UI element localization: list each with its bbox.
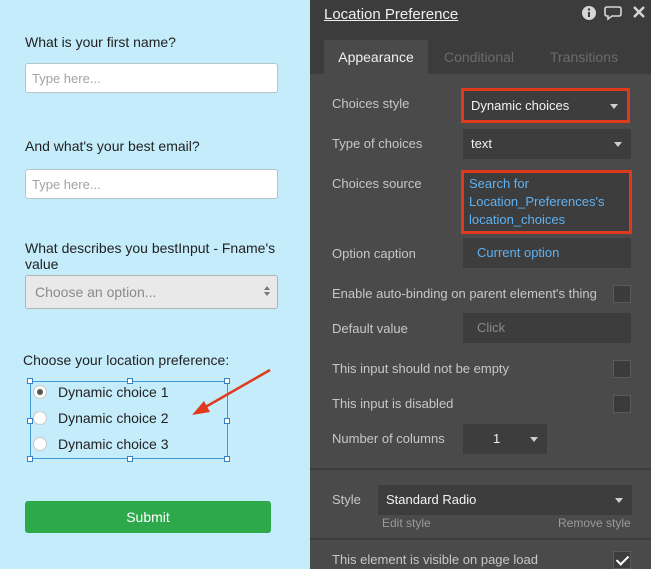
radio-unchecked-icon[interactable]	[33, 437, 47, 451]
section-divider	[310, 538, 651, 540]
auto-binding-checkbox[interactable]	[613, 285, 631, 303]
highlight-box	[461, 170, 632, 234]
option-caption-value: Current option	[477, 245, 560, 260]
default-value-field[interactable]: Click	[463, 313, 631, 343]
choices-source-label: Choices source	[332, 176, 422, 191]
type-of-choices-dropdown[interactable]: text	[463, 129, 631, 159]
not-empty-label: This input should not be empty	[332, 361, 510, 376]
remove-style-link[interactable]: Remove style	[558, 516, 631, 530]
describes-label: What describes you bestInput - Fname's v…	[25, 240, 276, 272]
resize-handle[interactable]	[224, 456, 230, 462]
panel-header: Location Preference	[310, 0, 651, 40]
submit-button[interactable]: Submit	[25, 501, 271, 533]
radio-unchecked-icon[interactable]	[33, 411, 47, 425]
resize-handle[interactable]	[27, 456, 33, 462]
select-arrows-icon	[263, 284, 271, 300]
highlight-box	[461, 88, 630, 123]
dropdown-placeholder: Choose an option...	[35, 284, 157, 300]
option-caption-field[interactable]: Current option	[463, 238, 631, 268]
disabled-checkbox[interactable]	[613, 395, 631, 413]
tab-conditional[interactable]: Conditional	[434, 40, 524, 74]
default-value-placeholder: Click	[477, 320, 506, 335]
not-empty-checkbox[interactable]	[613, 360, 631, 378]
choices-style-label: Choices style	[332, 96, 410, 111]
radio-checked-icon[interactable]	[33, 385, 47, 399]
disabled-label: This input is disabled	[332, 396, 454, 411]
resize-handle[interactable]	[127, 456, 133, 462]
auto-binding-label: Enable auto-binding on parent element's …	[332, 286, 597, 301]
panel-tabs: Appearance Conditional Transitions	[310, 40, 651, 74]
editor-canvas: What is your first name? And what's your…	[0, 0, 310, 569]
edit-style-link[interactable]: Edit style	[382, 516, 431, 530]
chevron-down-icon	[614, 142, 622, 147]
option-caption-label: Option caption	[332, 246, 416, 261]
chevron-down-icon	[530, 437, 538, 442]
radio-option[interactable]: Dynamic choice 2	[33, 408, 169, 428]
close-icon[interactable]	[630, 5, 648, 23]
first-name-input[interactable]	[25, 63, 278, 93]
element-title[interactable]: Location Preference	[324, 6, 458, 23]
style-label: Style	[332, 492, 361, 507]
radio-option-label: Dynamic choice 2	[58, 410, 169, 426]
columns-label: Number of columns	[332, 431, 445, 446]
tab-transitions[interactable]: Transitions	[534, 40, 634, 74]
comment-icon[interactable]	[604, 5, 622, 23]
chevron-down-icon	[615, 498, 623, 503]
tab-appearance[interactable]: Appearance	[324, 40, 428, 74]
radio-option[interactable]: Dynamic choice 3	[33, 434, 169, 454]
radio-option-label: Dynamic choice 1	[58, 384, 169, 400]
visible-checkbox[interactable]	[613, 551, 631, 569]
email-label: And what's your best email?	[25, 138, 200, 154]
section-divider	[310, 468, 651, 470]
columns-value: 1	[493, 431, 501, 446]
columns-dropdown[interactable]: 1	[463, 424, 547, 454]
first-name-label: What is your first name?	[25, 34, 176, 50]
describes-dropdown[interactable]: Choose an option...	[25, 275, 278, 309]
info-icon[interactable]	[580, 5, 598, 23]
visible-label: This element is visible on page load	[332, 552, 538, 567]
radio-option-label: Dynamic choice 3	[58, 436, 169, 452]
type-of-choices-label: Type of choices	[332, 136, 423, 151]
radio-option[interactable]: Dynamic choice 1	[33, 382, 169, 402]
style-value: Standard Radio	[386, 492, 477, 507]
type-of-choices-value: text	[471, 136, 492, 151]
default-value-label: Default value	[332, 321, 408, 336]
style-dropdown[interactable]: Standard Radio	[378, 485, 632, 515]
property-editor-panel: Location Preference Appearance Condition…	[310, 0, 651, 569]
annotation-arrow-icon	[192, 368, 271, 415]
email-input[interactable]	[25, 169, 278, 199]
